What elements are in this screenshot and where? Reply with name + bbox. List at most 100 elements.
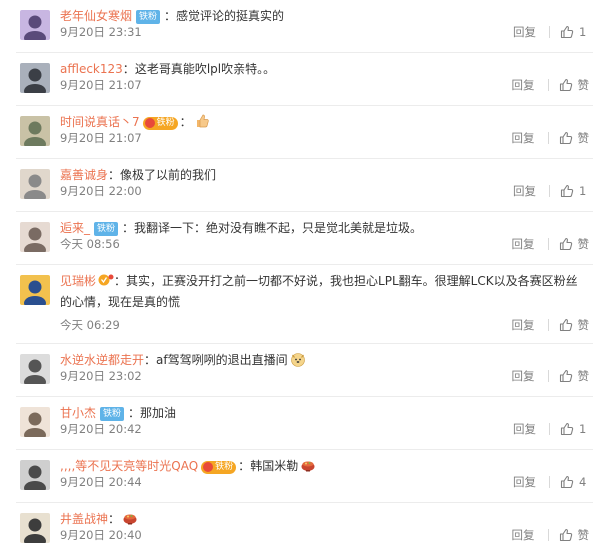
- like-button[interactable]: 赞: [559, 317, 589, 333]
- user-avatar[interactable]: [20, 169, 50, 199]
- comment-content: 老年仙女寒烟 铁粉 ：感觉评论的挺真实的: [60, 6, 589, 26]
- like-count: 4: [579, 475, 587, 489]
- like-button[interactable]: 赞: [559, 77, 589, 93]
- comment-content: 时间说真话丶7 铁粉：: [60, 112, 589, 132]
- reply-button[interactable]: 回复: [512, 130, 535, 146]
- colon-separator: ：: [179, 115, 192, 129]
- comment-item: 时间说真话丶7 铁粉： 9月20日 21:07 回复 赞: [0, 106, 603, 159]
- user-avatar-icon: [20, 10, 50, 40]
- divider: [547, 238, 549, 250]
- user-avatar[interactable]: [20, 10, 50, 40]
- user-avatar-icon: [20, 275, 50, 305]
- username-link[interactable]: 嘉善诚身: [60, 168, 108, 182]
- comment-text: 像极了以前的我们: [120, 168, 217, 182]
- comment-content: 甘小杰 铁粉 ：那加油: [60, 403, 589, 423]
- iron-fan-badge: 铁粉: [94, 222, 119, 236]
- thumbs-up-outline-icon: [560, 422, 574, 436]
- user-avatar-icon: [20, 513, 50, 543]
- user-avatar[interactable]: [20, 222, 50, 252]
- reply-button[interactable]: 回复: [512, 236, 535, 252]
- comment-text: 我翻译一下：绝对没有瞧不起，只是觉北美就是垃圾。: [134, 221, 423, 235]
- like-button[interactable]: 1: [560, 183, 589, 199]
- like-count: 赞: [577, 369, 590, 383]
- reply-button[interactable]: 回复: [513, 474, 536, 490]
- thumbs-up-outline-icon: [559, 78, 572, 92]
- divider: [549, 423, 550, 435]
- username-link[interactable]: 逅来_: [60, 221, 90, 235]
- comment-time: 9月20日 21:07: [60, 131, 142, 145]
- user-avatar-icon: [20, 116, 50, 146]
- thumbs-up-outline-icon: [559, 318, 572, 332]
- colon-separator: ：: [128, 406, 141, 420]
- reply-button[interactable]: 回复: [512, 368, 535, 384]
- comment-text: af驾驾咧咧的退出直播间: [156, 353, 288, 367]
- comment-item: 甘小杰 铁粉 ：那加油 9月20日 20:42 回复 1: [0, 397, 603, 450]
- comment-time: 今天 06:29: [60, 318, 120, 332]
- divider: [547, 370, 549, 382]
- username-link[interactable]: 老年仙女寒烟: [60, 9, 132, 23]
- comment-text: 这老哥真能吹lpl吹亲特。。: [134, 62, 276, 76]
- divider: [549, 26, 550, 38]
- colon-separator: ：: [238, 459, 251, 473]
- thumbs-up-outline-icon: [559, 369, 572, 383]
- user-avatar-icon: [20, 407, 50, 437]
- comment-actions: 回复 赞: [512, 527, 590, 543]
- user-avatar[interactable]: [20, 116, 50, 146]
- like-button[interactable]: 赞: [559, 527, 589, 543]
- like-button[interactable]: 赞: [559, 236, 589, 252]
- comment-time: 9月20日 20:40: [60, 528, 142, 542]
- reply-button[interactable]: 回复: [512, 317, 535, 333]
- username-link[interactable]: 井盖战神: [60, 512, 108, 526]
- like-button[interactable]: 赞: [559, 368, 590, 384]
- reply-button[interactable]: 回复: [512, 77, 535, 93]
- comment-text: 韩国米勒: [250, 459, 299, 473]
- colon-separator: ：: [122, 221, 135, 235]
- verified-user-icon: [98, 274, 114, 286]
- like-count: 1: [579, 184, 587, 198]
- comment-content: ,,,,等不见天亮等时光QAQ 铁粉 ：韩国米勒: [60, 456, 589, 476]
- thumbs-up-outline-icon: [560, 184, 574, 198]
- comment-content: 井盖战神：: [60, 509, 589, 529]
- divider: [549, 185, 550, 197]
- user-avatar-icon: [20, 169, 50, 199]
- username-link[interactable]: 见瑞彬: [60, 274, 96, 288]
- like-button[interactable]: 4: [560, 474, 589, 490]
- user-avatar[interactable]: [20, 407, 50, 437]
- reply-button[interactable]: 回复: [512, 527, 535, 543]
- user-avatar[interactable]: [20, 63, 50, 93]
- like-count: 1: [579, 422, 587, 436]
- user-avatar[interactable]: [20, 275, 50, 305]
- thumbs-up-outline-icon: [560, 475, 574, 489]
- username-link[interactable]: 水逆水逆都走开: [60, 353, 144, 367]
- username-link[interactable]: affleck123: [60, 62, 123, 76]
- iron-fan-gold-badge: 铁粉: [201, 461, 237, 474]
- comment-item: 见瑞彬 ：其实，正赛没开打之前一切都不好说，我也担心LPL翻车。很理解LCK以及各…: [0, 265, 603, 344]
- like-count: 赞: [577, 131, 590, 145]
- colon-separator: ：: [114, 274, 127, 288]
- comment-item: 井盖战神： 9月20日 20:40 回复 赞: [0, 503, 603, 550]
- divider: [547, 132, 549, 144]
- user-avatar-icon: [20, 460, 50, 490]
- reply-button[interactable]: 回复: [513, 24, 536, 40]
- comment-time: 9月20日 21:07: [60, 78, 142, 92]
- username-link[interactable]: 甘小杰: [60, 406, 96, 420]
- colon-separator: ：: [108, 168, 121, 182]
- iron-fan-badge: 铁粉: [100, 407, 125, 421]
- reply-button[interactable]: 回复: [513, 421, 536, 437]
- comment-time: 9月20日 20:44: [60, 475, 142, 489]
- like-button[interactable]: 1: [560, 421, 589, 437]
- comment-content: affleck123：这老哥真能吹lpl吹亲特。。: [60, 59, 589, 79]
- like-button[interactable]: 赞: [559, 130, 590, 146]
- like-button[interactable]: 1: [560, 24, 589, 40]
- comment-item: 水逆水逆都走开：af驾驾咧咧的退出直播间 9月20日 23:02 回复赞: [0, 344, 603, 397]
- comment-item: 逅来_ 铁粉 ：我翻译一下：绝对没有瞧不起，只是觉北美就是垃圾。 今天 08:56 回复…: [0, 212, 603, 265]
- user-avatar[interactable]: [20, 354, 50, 384]
- user-avatar[interactable]: [20, 460, 50, 490]
- reply-button[interactable]: 回复: [513, 183, 536, 199]
- comment-actions: 回复 赞: [512, 130, 590, 146]
- user-avatar[interactable]: [20, 513, 50, 543]
- thumbs-up-outline-icon: [559, 237, 572, 251]
- username-link[interactable]: 时间说真话丶7: [60, 115, 140, 129]
- username-link[interactable]: ,,,,等不见天亮等时光QAQ: [60, 459, 198, 473]
- comment-text: 那加油: [140, 406, 177, 420]
